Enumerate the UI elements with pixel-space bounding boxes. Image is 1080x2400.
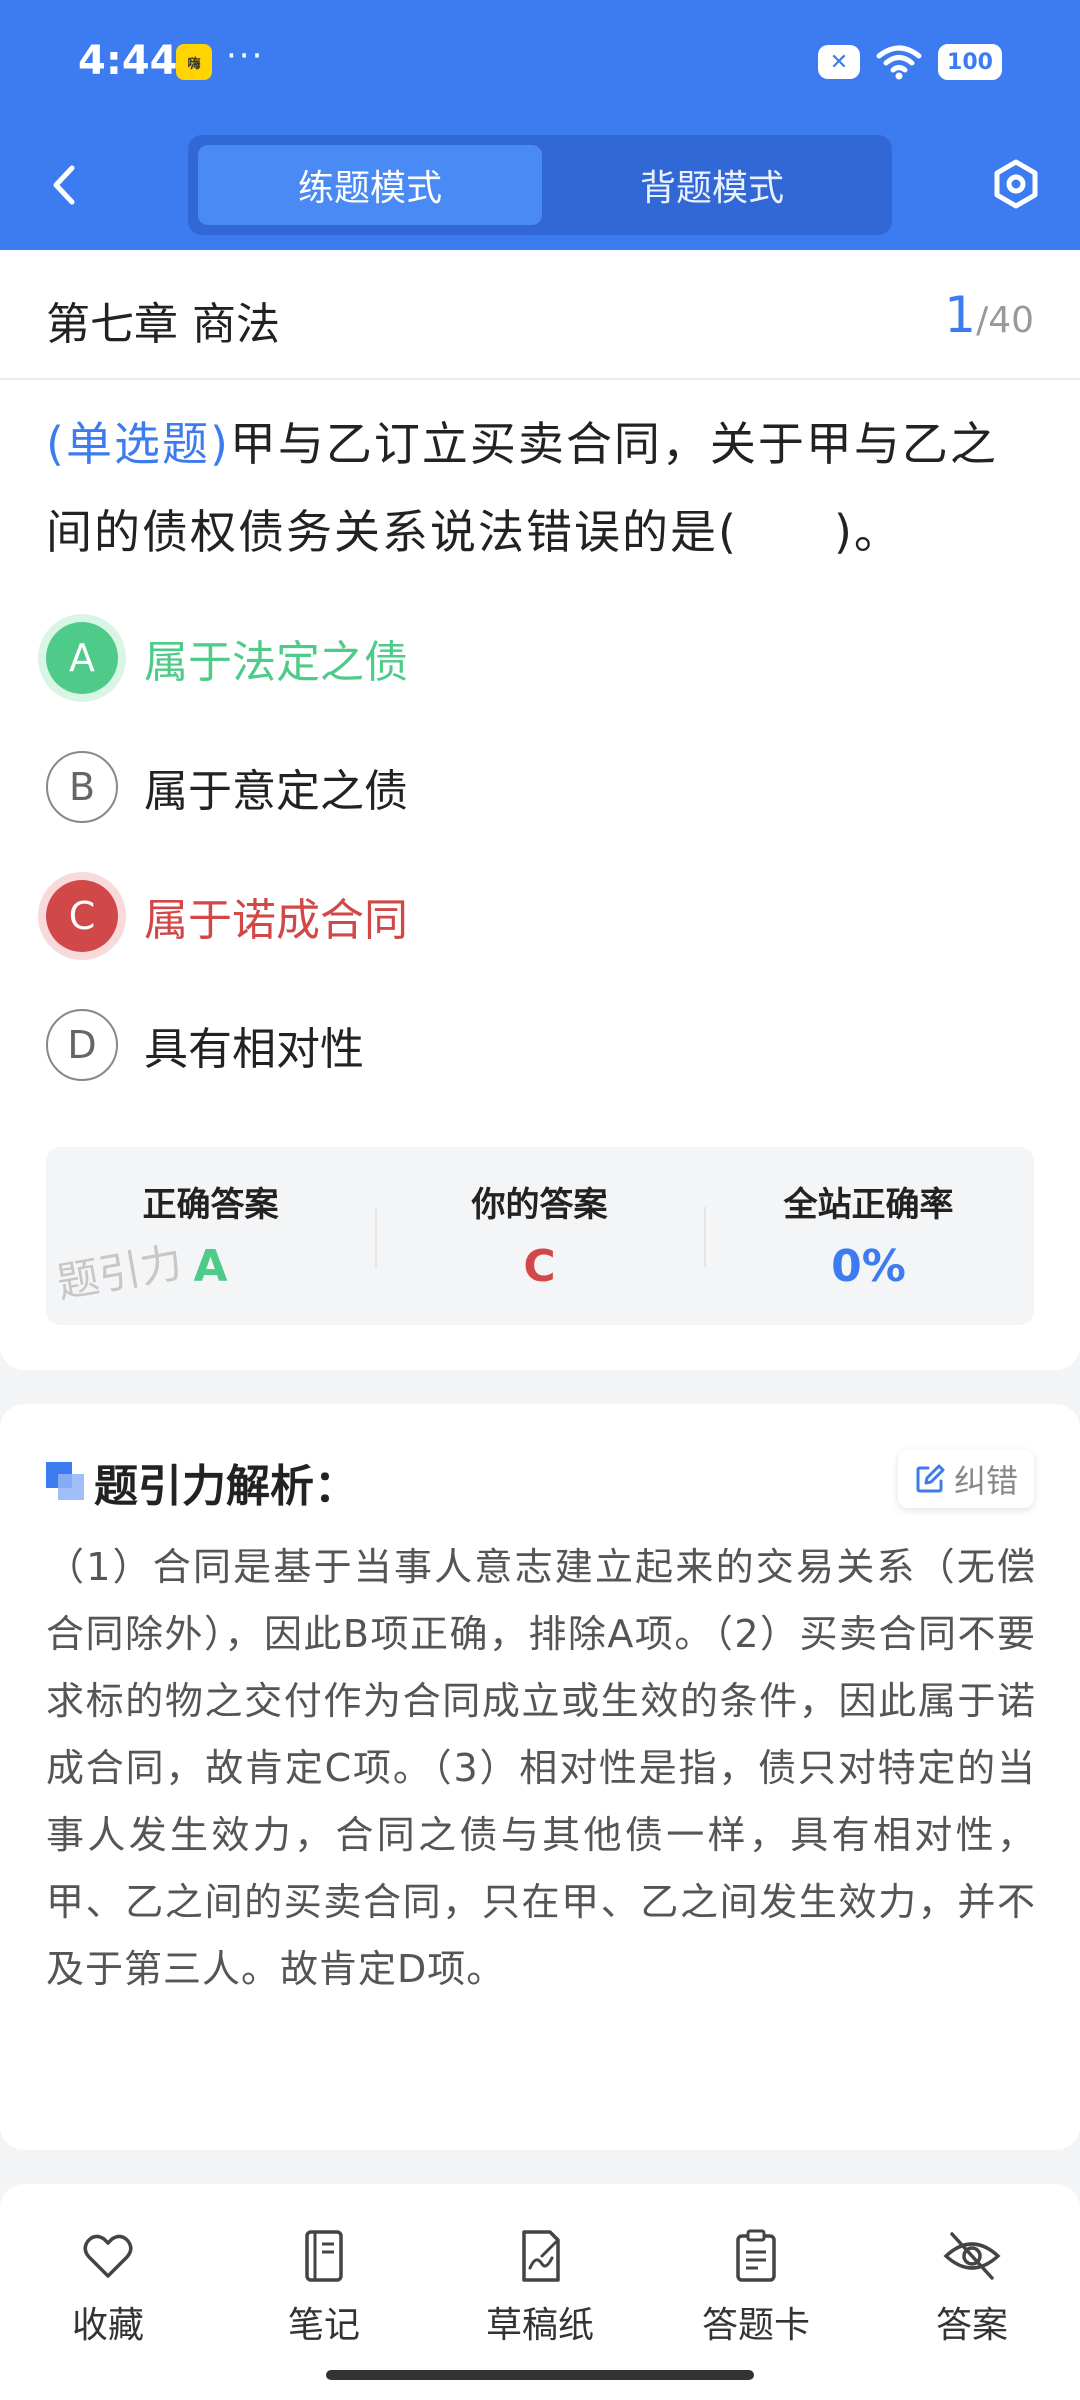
- notes-label: 笔记: [287, 2305, 360, 2346]
- home-indicator[interactable]: [326, 2370, 754, 2380]
- answer-sheet-label: 答题卡: [701, 2305, 810, 2346]
- option-d[interactable]: D 具有相对性: [46, 1007, 946, 1083]
- current-question-number: 1: [944, 286, 977, 344]
- accuracy-value: 0%: [831, 1241, 906, 1292]
- answer-result-panel: 正确答案 A 你的答案 C 全站正确率 0% 题引力: [46, 1147, 1034, 1325]
- notes-button[interactable]: 笔记: [234, 2228, 414, 2348]
- section-marker-icon: [46, 1462, 84, 1500]
- answer-sheet-button[interactable]: 答题卡: [666, 2228, 846, 2348]
- report-error-label: 纠错: [953, 1462, 1018, 1500]
- chevron-left-icon: [53, 165, 75, 205]
- app-notification-icon: 嗨: [176, 44, 212, 80]
- tab-practice-mode[interactable]: 练题模式: [198, 145, 542, 225]
- your-answer-label: 你的答案: [471, 1185, 608, 1225]
- draft-paper-label: 草稿纸: [485, 2305, 594, 2346]
- your-answer-column: 你的答案 C: [375, 1147, 704, 1325]
- report-error-button[interactable]: 纠错: [898, 1450, 1034, 1508]
- no-sim-icon: ✕: [818, 45, 860, 79]
- edit-icon: [916, 1464, 945, 1493]
- question-counter[interactable]: 1/40: [944, 286, 1034, 344]
- gear-icon: [994, 159, 1038, 209]
- wifi-icon: [876, 44, 922, 80]
- settings-button[interactable]: [990, 158, 1042, 210]
- draft-paper-button[interactable]: 草稿纸: [450, 2228, 630, 2348]
- battery-indicator: 100: [938, 44, 1002, 80]
- analysis-title: 题引力解析：: [94, 1461, 358, 1512]
- total-questions: /40: [976, 300, 1034, 341]
- chapter-row: 第七章 商法 1/40: [0, 250, 1080, 380]
- tab-memorize-mode[interactable]: 背题模式: [540, 145, 884, 225]
- mode-switch: 练题模式 背题模式: [188, 135, 892, 235]
- analysis-card: 题引力解析： 纠错 （1）合同是基于当事人意志建立起来的交易关系（无偿合同除外）…: [0, 1404, 1080, 2150]
- option-letter: D: [46, 1009, 118, 1081]
- show-answer-button[interactable]: 答案: [882, 2228, 1062, 2348]
- more-notifications-icon: ···: [226, 36, 265, 76]
- option-text: 属于意定之债: [144, 766, 408, 817]
- status-bar: 4:44 嗨 ··· ✕ 100: [0, 0, 1080, 130]
- option-b[interactable]: B 属于意定之债: [46, 749, 946, 825]
- bottom-toolbar: 收藏 笔记 草稿纸 答题卡 答案: [0, 2184, 1080, 2400]
- analysis-text: （1）合同是基于当事人意志建立起来的交易关系（无偿合同除外），因此B项正确，排除…: [46, 1545, 1036, 1991]
- chapter-title: 第七章 商法: [46, 299, 280, 350]
- back-button[interactable]: [40, 160, 90, 210]
- answer-sheet-icon: [736, 2229, 776, 2282]
- show-answer-label: 答案: [935, 2305, 1008, 2346]
- eye-off-icon: [943, 2232, 1001, 2280]
- question-stem: (单选题)甲与乙订立买卖合同，关于甲与乙之间的债权债务关系说法错误的是( )。: [46, 400, 1036, 576]
- question-card: 第七章 商法 1/40 (单选题)甲与乙订立买卖合同，关于甲与乙之间的债权债务关…: [0, 250, 1080, 1370]
- your-answer-value: C: [523, 1241, 556, 1292]
- option-text: 具有相对性: [144, 1024, 364, 1075]
- draft-paper-icon: [522, 2230, 560, 2282]
- top-header: 4:44 嗨 ··· ✕ 100 练题模式 背题模式: [0, 0, 1080, 250]
- favorite-label: 收藏: [71, 2305, 144, 2346]
- correct-answer-label: 正确答案: [142, 1185, 279, 1225]
- heart-icon: [83, 2234, 133, 2278]
- option-letter: B: [46, 751, 118, 823]
- option-a[interactable]: A 属于法定之债: [46, 620, 946, 696]
- option-text: 属于法定之债: [144, 637, 408, 688]
- status-indicators: ✕ 100: [818, 44, 1002, 80]
- favorite-button[interactable]: 收藏: [18, 2228, 198, 2348]
- notebook-icon: [305, 2230, 343, 2282]
- option-letter: A: [46, 622, 118, 694]
- status-time: 4:44: [78, 38, 178, 84]
- option-text: 属于诺成合同: [144, 895, 408, 946]
- option-c[interactable]: C 属于诺成合同: [46, 878, 946, 954]
- accuracy-label: 全站正确率: [783, 1185, 954, 1225]
- question-type: (单选题): [46, 417, 230, 471]
- accuracy-column: 全站正确率 0%: [704, 1147, 1033, 1325]
- option-letter: C: [46, 880, 118, 952]
